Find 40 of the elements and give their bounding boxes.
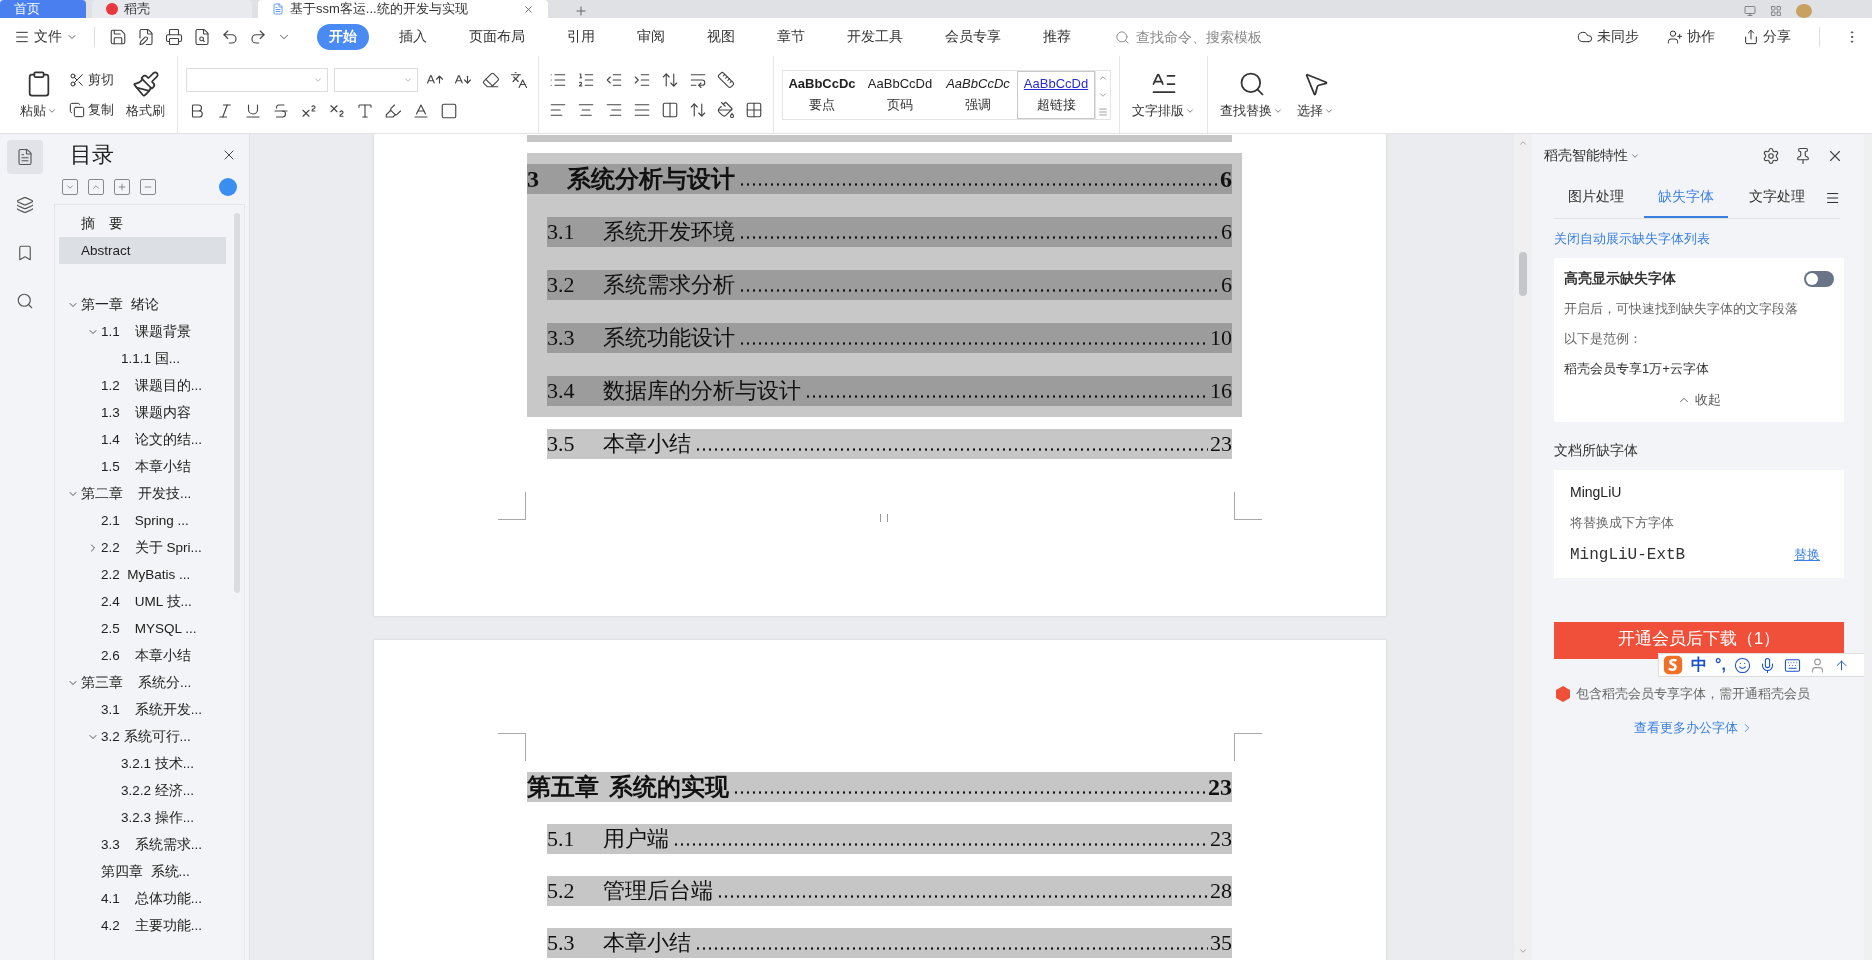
page-number: 6 [1221,272,1232,298]
entry-number: 5.2 [547,878,576,904]
page-number: 23 [1210,431,1232,457]
page-number: 10 [1210,325,1232,351]
section-heading: 文档所缺字体 [1554,442,1639,460]
entry-title: 数据库的分析与设计 [603,377,801,405]
entry-number: 3.4 [547,378,576,404]
font-name: MingLiU [1570,484,1623,500]
entry-number: 第五章 [527,773,600,802]
example-text: 稻壳会员专享1万+云字体 [1564,360,1710,378]
page-number: 23 [1210,826,1232,852]
entry-title: 系统功能设计 [603,324,735,352]
entry-title: 系统分析与设计 [567,165,735,194]
panel-title: 目录 [70,141,114,169]
entry-number: 3.2 [547,272,576,298]
entry-number: 3.3 [547,325,576,351]
entry-number: 3.1 [547,219,576,245]
entry-title: 系统开发环境 [603,218,735,246]
description: 开启后，可快速找到缺失字体的文字段落 [1564,300,1799,318]
entry-number: 3.5 [547,431,576,457]
note-text: 包含稻壳会员专享字体，需开通稻壳会员 [1576,685,1810,703]
example-label: 以下是范例： [1564,330,1643,348]
entry-title: 本章小结 [603,430,691,458]
entry-title: 系统需求分析 [603,271,735,299]
page-number: 16 [1210,378,1232,404]
page-number: 35 [1210,930,1232,956]
entry-title: 管理后台端 [603,877,713,905]
entry-number: 3 [527,165,540,193]
entry-number: 5.1 [547,826,576,852]
page-number: 23 [1208,773,1232,801]
entry-title: 系统的实现 [609,773,729,802]
page-number: 6 [1221,219,1232,245]
setting-title: 高亮显示缺失字体 [1564,270,1676,288]
page-number: 6 [1220,165,1232,193]
entry-title: 用户端 [603,825,669,853]
page-number: 28 [1210,878,1232,904]
replace-hint: 将替换成下方字体 [1570,514,1675,532]
replacement-font: MingLiU-ExtB [1570,546,1686,564]
entry-title: 本章小结 [603,929,691,957]
entry-number: 5.3 [547,930,576,956]
